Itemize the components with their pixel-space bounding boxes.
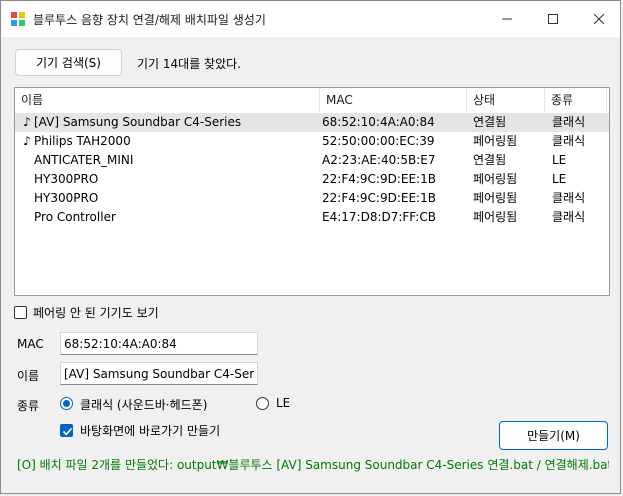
device-icon xyxy=(20,208,34,227)
close-icon xyxy=(594,14,604,24)
desktop-shortcut-checkbox[interactable] xyxy=(60,424,73,437)
maximize-button[interactable] xyxy=(530,1,576,37)
device-row[interactable]: ANTICATER_MINI A2:23:AE:40:5B:E7 연결됨 LE xyxy=(15,151,609,170)
show-unpaired-checkbox[interactable] xyxy=(14,306,27,319)
device-row[interactable]: Pro Controller E4:17:D8:D7:FF:CB 페어링됨 클래식 xyxy=(15,208,609,227)
device-name: ANTICATER_MINI xyxy=(34,153,134,167)
device-state: 페어링됨 xyxy=(473,134,518,148)
checkmark-icon xyxy=(62,427,73,436)
device-state: 페어링됨 xyxy=(473,191,518,205)
device-name: Pro Controller xyxy=(34,210,116,224)
device-row[interactable]: HY300PRO 22:F4:9C:9D:EE:1B 페어링됨 클래식 xyxy=(15,189,609,208)
device-row[interactable]: HY300PRO 22:F4:9C:9D:EE:1B 페어링됨 LE xyxy=(15,170,609,189)
device-state: 연결됨 xyxy=(473,115,507,129)
minimize-button[interactable] xyxy=(484,1,530,37)
device-mac: 22:F4:9C:9D:EE:1B xyxy=(322,191,436,205)
window-title: 블루투스 음향 장치 연결/해제 배치파일 생성기 xyxy=(33,13,266,27)
device-name: [AV] Samsung Soundbar C4-Series xyxy=(34,115,242,129)
app-icon xyxy=(11,12,25,26)
type-classic-label[interactable]: 클래식 (사운드바·헤드폰) xyxy=(80,396,207,413)
device-icon xyxy=(20,151,34,170)
device-list-rows: ♪ [AV] Samsung Soundbar C4-Series 68:52:10… xyxy=(15,113,609,227)
type-label: 종류 xyxy=(17,399,40,413)
main-window: 블루투스 음향 장치 연결/해제 배치파일 생성기 기기 검색(S) 기기 14… xyxy=(0,0,621,494)
show-unpaired-label[interactable]: 페어링 안 된 기기도 보기 xyxy=(33,304,159,321)
column-header-state[interactable]: 상태 xyxy=(467,88,545,112)
device-state: 연결됨 xyxy=(473,153,507,167)
device-type: 클래식 xyxy=(552,210,586,224)
device-mac: 52:50:00:00:EC:39 xyxy=(322,134,435,148)
device-type: 클래식 xyxy=(552,134,586,148)
device-mac: A2:23:AE:40:5B:E7 xyxy=(322,153,436,167)
device-mac: 22:F4:9C:9D:EE:1B xyxy=(322,172,436,186)
column-header-name[interactable]: 이름 xyxy=(15,88,320,112)
mac-label: MAC xyxy=(17,337,44,351)
make-button[interactable]: 만들기(M) xyxy=(499,421,608,450)
device-type: 클래식 xyxy=(552,191,586,205)
type-classic-radio[interactable] xyxy=(60,397,73,410)
device-type: 클래식 xyxy=(552,115,586,129)
column-header-type[interactable]: 종류 xyxy=(545,88,607,112)
device-type: LE xyxy=(552,153,567,167)
device-row[interactable]: ♪ [AV] Samsung Soundbar C4-Series 68:52:10… xyxy=(15,113,609,132)
mac-field[interactable] xyxy=(60,332,258,355)
desktop-shortcut-label[interactable]: 바탕화면에 바로가기 만들기 xyxy=(80,422,220,439)
device-name: HY300PRO xyxy=(34,172,99,186)
type-le-label[interactable]: LE xyxy=(276,396,290,410)
device-row[interactable]: ♪ Philips TAH2000 52:50:00:00:EC:39 페어링됨 클래식 xyxy=(15,132,609,151)
device-list[interactable]: 이름 MAC 상태 종류 ♪ [AV] Samsung Soundbar C4-S… xyxy=(14,87,610,296)
type-le-radio[interactable] xyxy=(256,397,269,410)
close-button[interactable] xyxy=(576,1,622,37)
device-state: 페어링됨 xyxy=(473,172,518,186)
device-mac: E4:17:D8:D7:FF:CB xyxy=(322,210,436,224)
title-bar[interactable]: 블루투스 음향 장치 연결/해제 배치파일 생성기 xyxy=(1,1,620,37)
music-note-icon: ♪ xyxy=(23,115,31,129)
device-icon xyxy=(20,189,34,208)
device-state: 페어링됨 xyxy=(473,210,518,224)
name-label: 이름 xyxy=(17,369,40,383)
name-field[interactable] xyxy=(60,362,258,385)
device-icon xyxy=(20,170,34,189)
search-devices-button[interactable]: 기기 검색(S) xyxy=(15,49,122,76)
device-list-header: 이름 MAC 상태 종류 xyxy=(15,88,609,113)
status-message: [O] 배치 파일 2개를 만들었다: output₩블루투스 [AV] Sam… xyxy=(17,458,609,472)
music-note-icon: ♪ xyxy=(23,134,31,148)
device-name: Philips TAH2000 xyxy=(34,134,131,148)
column-header-mac[interactable]: MAC xyxy=(320,88,467,112)
maximize-icon xyxy=(548,14,558,24)
found-count-text: 기기 14대를 찾았다. xyxy=(137,57,241,71)
device-mac: 68:52:10:4A:A0:84 xyxy=(322,115,435,129)
device-type: LE xyxy=(552,172,567,186)
device-name: HY300PRO xyxy=(34,191,99,205)
minimize-icon xyxy=(502,18,512,20)
